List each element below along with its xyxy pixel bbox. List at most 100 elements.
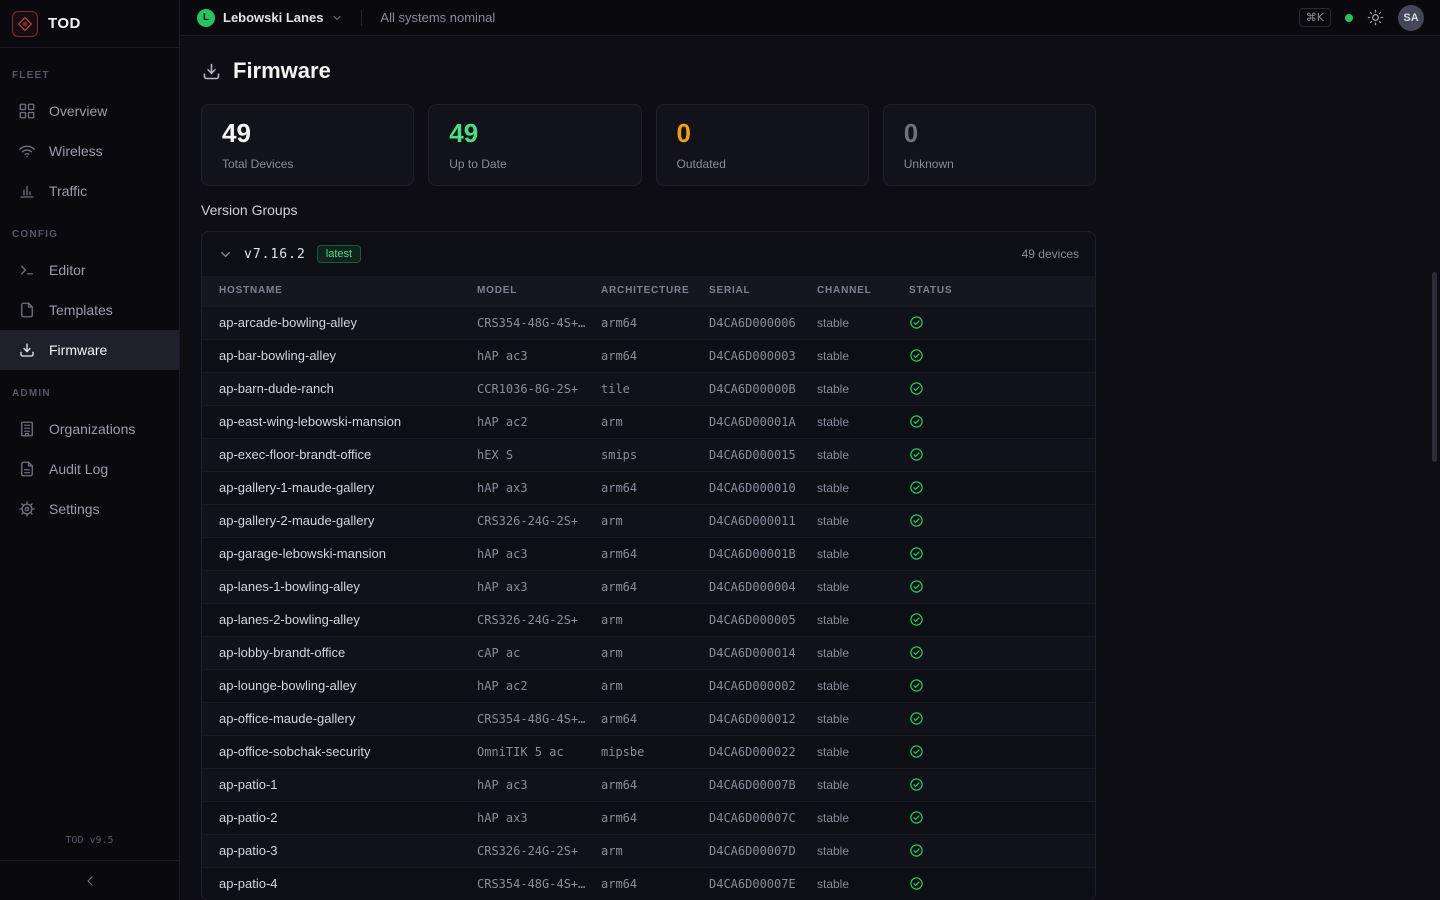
check-circle-icon — [909, 744, 924, 759]
stat-label: Unknown — [904, 157, 1075, 171]
table-row[interactable]: ap-patio-4CRS354-48G-4S+…arm64D4CA6D0000… — [202, 867, 1095, 900]
system-status-text: All systems nominal — [380, 10, 495, 25]
cell-channel: stable — [816, 537, 908, 570]
table-row[interactable]: ap-east-wing-lebowski-mansionhAP ac2armD… — [202, 405, 1095, 438]
check-circle-icon — [909, 414, 924, 429]
stat-value: 0 — [904, 120, 1075, 146]
sidebar-item-label: Traffic — [49, 183, 87, 199]
table-row[interactable]: ap-bar-bowling-alleyhAP ac3arm64D4CA6D00… — [202, 339, 1095, 372]
sidebar-footer: TOD v9.5 — [0, 835, 179, 900]
app-version: TOD v9.5 — [0, 835, 179, 860]
stat-value: 49 — [449, 120, 620, 146]
cell-model: hAP ax3 — [476, 570, 600, 603]
check-circle-icon — [909, 348, 924, 363]
table-row[interactable]: ap-barn-dude-ranchCCR1036-8G-2S+tileD4CA… — [202, 372, 1095, 405]
version-group-header[interactable]: v7.16.2 latest 49 devices — [202, 232, 1095, 276]
cell-model: OmniTIK 5 ac — [476, 735, 600, 768]
sun-icon[interactable] — [1367, 9, 1384, 26]
cell-architecture: arm — [600, 603, 708, 636]
cell-hostname: ap-lounge-bowling-alley — [202, 669, 476, 702]
cell-status — [908, 471, 1095, 504]
connection-status-dot — [1345, 14, 1353, 22]
sidebar-item-traffic[interactable]: Traffic — [0, 171, 179, 211]
stat-card-unknown: 0 Unknown — [883, 104, 1096, 186]
cell-model: cAP ac — [476, 636, 600, 669]
cell-model: CRS354-48G-4S+… — [476, 702, 600, 735]
table-row[interactable]: ap-gallery-1-maude-galleryhAP ax3arm64D4… — [202, 471, 1095, 504]
table-row[interactable]: ap-exec-floor-brandt-officehEX SsmipsD4C… — [202, 438, 1095, 471]
cell-serial: D4CA6D000022 — [708, 735, 816, 768]
cell-status — [908, 801, 1095, 834]
org-switcher[interactable]: L Lebowski Lanes — [197, 9, 343, 27]
cell-serial: D4CA6D000014 — [708, 636, 816, 669]
sidebar-item-overview[interactable]: Overview — [0, 91, 179, 131]
cell-status — [908, 372, 1095, 405]
column-header: ARCHITECTURE — [600, 276, 708, 306]
sidebar-item-firmware[interactable]: Firmware — [0, 330, 179, 370]
cell-hostname: ap-garage-lebowski-mansion — [202, 537, 476, 570]
stat-value: 49 — [222, 120, 393, 146]
cell-channel: stable — [816, 801, 908, 834]
cell-serial: D4CA6D00000B — [708, 372, 816, 405]
column-header: STATUS — [908, 276, 1095, 306]
sidebar-item-wireless[interactable]: Wireless — [0, 131, 179, 171]
command-palette-shortcut[interactable]: ⌘K — [1299, 8, 1331, 27]
sidebar-item-label: Settings — [49, 501, 100, 517]
table-row[interactable]: ap-office-sobchak-securityOmniTIK 5 acmi… — [202, 735, 1095, 768]
user-avatar[interactable]: SA — [1398, 5, 1424, 31]
cell-status — [908, 306, 1095, 339]
cell-status — [908, 834, 1095, 867]
check-circle-icon — [909, 447, 924, 462]
cell-channel: stable — [816, 669, 908, 702]
sidebar-item-editor[interactable]: Editor — [0, 250, 179, 290]
stat-card-outdated: 0 Outdated — [656, 104, 869, 186]
sidebar-collapse-button[interactable] — [0, 860, 179, 900]
column-header: SERIAL — [708, 276, 816, 306]
cell-model: CCR1036-8G-2S+ — [476, 372, 600, 405]
check-circle-icon — [909, 480, 924, 495]
column-header: CHANNEL — [816, 276, 908, 306]
check-circle-icon — [909, 579, 924, 594]
cell-model: CRS354-48G-4S+… — [476, 306, 600, 339]
table-row[interactable]: ap-gallery-2-maude-galleryCRS326-24G-2S+… — [202, 504, 1095, 537]
page-scrollbar[interactable] — [1432, 272, 1437, 462]
table-row[interactable]: ap-lounge-bowling-alleyhAP ac2armD4CA6D0… — [202, 669, 1095, 702]
version-label: v7.16.2 — [244, 247, 306, 262]
table-row[interactable]: ap-lanes-2-bowling-alleyCRS326-24G-2S+ar… — [202, 603, 1095, 636]
sidebar-item-audit-log[interactable]: Audit Log — [0, 449, 179, 489]
table-row[interactable]: ap-patio-1hAP ac3arm64D4CA6D00007Bstable — [202, 768, 1095, 801]
page-content: Firmware 49 Total Devices 49 Up to Date … — [180, 36, 1440, 900]
cell-hostname: ap-gallery-1-maude-gallery — [202, 471, 476, 504]
table-row[interactable]: ap-arcade-bowling-alleyCRS354-48G-4S+…ar… — [202, 306, 1095, 339]
chevron-down-icon[interactable] — [218, 247, 233, 262]
cell-architecture: smips — [600, 438, 708, 471]
cell-hostname: ap-lanes-1-bowling-alley — [202, 570, 476, 603]
check-circle-icon — [909, 381, 924, 396]
stat-label: Outdated — [677, 157, 848, 171]
cell-hostname: ap-lanes-2-bowling-alley — [202, 603, 476, 636]
table-row[interactable]: ap-garage-lebowski-mansionhAP ac3arm64D4… — [202, 537, 1095, 570]
device-count: 49 devices — [1022, 247, 1079, 261]
sidebar-item-templates[interactable]: Templates — [0, 290, 179, 330]
sidebar-item-organizations[interactable]: Organizations — [0, 409, 179, 449]
cell-status — [908, 603, 1095, 636]
app-logo-icon — [12, 11, 38, 37]
sidebar-item-settings[interactable]: Settings — [0, 489, 179, 529]
cell-serial: D4CA6D000010 — [708, 471, 816, 504]
table-row[interactable]: ap-patio-3CRS326-24G-2S+armD4CA6D00007Ds… — [202, 834, 1095, 867]
cell-architecture: arm — [600, 405, 708, 438]
table-row[interactable]: ap-lanes-1-bowling-alleyhAP ax3arm64D4CA… — [202, 570, 1095, 603]
cell-hostname: ap-patio-3 — [202, 834, 476, 867]
table-row[interactable]: ap-office-maude-galleryCRS354-48G-4S+…ar… — [202, 702, 1095, 735]
cell-status — [908, 867, 1095, 900]
table-row[interactable]: ap-lobby-brandt-officecAP acarmD4CA6D000… — [202, 636, 1095, 669]
cell-hostname: ap-patio-1 — [202, 768, 476, 801]
cell-architecture: tile — [600, 372, 708, 405]
cell-model: hEX S — [476, 438, 600, 471]
cell-channel: stable — [816, 702, 908, 735]
cell-channel: stable — [816, 405, 908, 438]
app-name: TOD — [48, 15, 81, 32]
cell-architecture: arm — [600, 834, 708, 867]
check-circle-icon — [909, 711, 924, 726]
table-row[interactable]: ap-patio-2hAP ax3arm64D4CA6D00007Cstable — [202, 801, 1095, 834]
